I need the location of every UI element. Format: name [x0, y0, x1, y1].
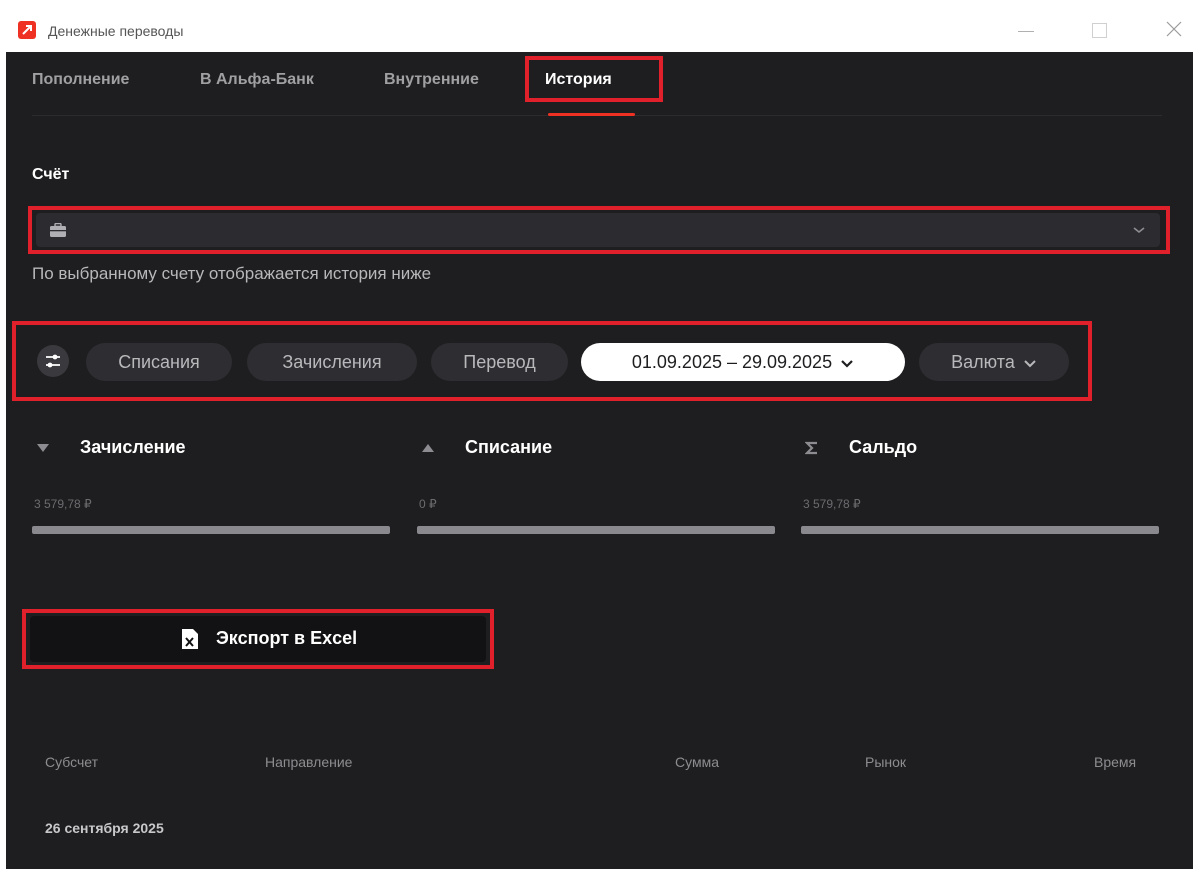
summary-credit-bar [32, 526, 390, 534]
tab-to-alfa-bank[interactable]: В Альфа-Банк [200, 70, 314, 90]
summary-credit-title: Зачисление [80, 437, 186, 457]
maximize-button[interactable] [1084, 18, 1114, 42]
tab-internal[interactable]: Внутренние [384, 70, 479, 90]
summary-balance-title: Сальдо [849, 437, 918, 457]
title-bar: Денежные переводы [0, 0, 1199, 52]
tab-replenishment[interactable]: Пополнение [32, 70, 129, 90]
summary-balance-value: 3 579,78 ₽ [803, 497, 861, 511]
triangle-up-icon [422, 444, 434, 452]
highlight-box-export [22, 609, 494, 669]
highlight-box-account [28, 206, 1170, 254]
close-icon [1166, 21, 1182, 37]
highlight-box-filters [12, 321, 1092, 401]
column-header-time[interactable]: Время [1094, 754, 1136, 770]
highlight-box-tab [525, 56, 663, 102]
column-header-subaccount[interactable]: Субсчет [45, 754, 98, 770]
date-group-header: 26 сентября 2025 [45, 820, 164, 836]
active-tab-indicator [548, 113, 635, 116]
triangle-down-icon [37, 444, 49, 452]
account-label: Счёт [32, 166, 70, 183]
close-button[interactable] [1158, 18, 1188, 42]
minimize-button[interactable] [1012, 18, 1042, 42]
summary-debit-bar [417, 526, 775, 534]
main-panel: Пополнение В Альфа-Банк Внутренние Истор… [6, 52, 1193, 869]
window-title: Денежные переводы [48, 23, 184, 39]
summary-debit-value: 0 ₽ [419, 497, 437, 511]
sigma-icon [805, 441, 817, 455]
account-hint: По выбранному счету отображается история… [32, 264, 432, 283]
summary-credit-value: 3 579,78 ₽ [34, 497, 92, 511]
column-header-market[interactable]: Рынок [865, 754, 906, 770]
summary-debit-title: Списание [465, 437, 553, 457]
column-header-amount[interactable]: Сумма [675, 754, 719, 770]
summary-balance-bar [801, 526, 1159, 534]
column-header-direction[interactable]: Направление [265, 754, 352, 770]
app-logo-icon [18, 21, 36, 39]
